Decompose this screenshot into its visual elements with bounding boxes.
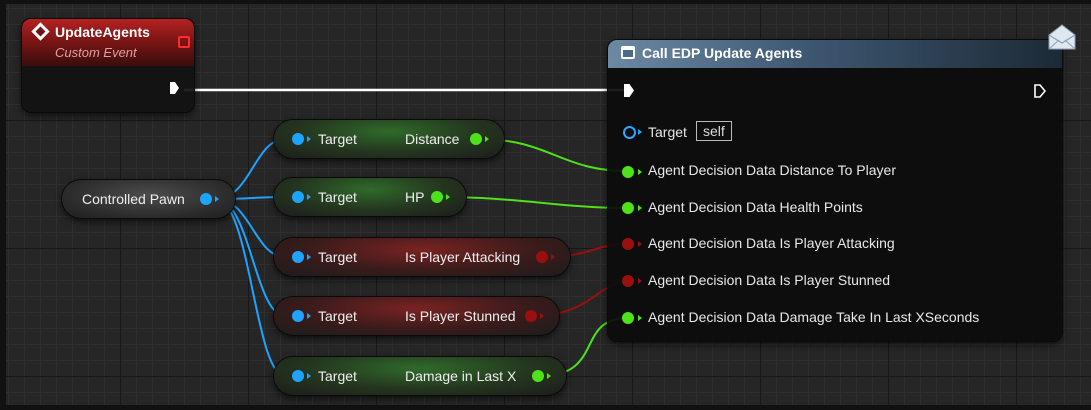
getter-node-hp[interactable]: Target HP: [274, 178, 466, 216]
function-icon: [621, 46, 635, 59]
getter-output-pin[interactable]: [532, 370, 544, 382]
input-pin-stunned[interactable]: [622, 275, 634, 287]
getter-target-label: Target: [318, 131, 357, 147]
pin-arrow-icon: [638, 278, 642, 284]
input-pin-attacking[interactable]: [622, 238, 634, 250]
target-pin[interactable]: [623, 126, 636, 139]
controlled-pawn-node[interactable]: Controlled Pawn: [62, 180, 235, 218]
pin-arrow-icon: [307, 194, 311, 200]
getter-target-label: Target: [318, 249, 357, 265]
pin-arrow-icon: [540, 313, 544, 319]
input-label-health: Agent Decision Data Health Points: [648, 199, 863, 215]
getter-output-pin[interactable]: [470, 133, 482, 145]
pin-arrow-icon: [638, 129, 642, 135]
getter-output-label: Is Player Stunned: [405, 308, 516, 324]
pin-arrow-icon: [638, 169, 642, 175]
getter-target-label: Target: [318, 368, 357, 384]
input-pin-damage[interactable]: [622, 312, 634, 324]
call-function-node[interactable]: Call EDP Update Agents Target self Agent…: [608, 40, 1062, 341]
getter-target-pin[interactable]: [292, 310, 304, 322]
input-label-attacking: Agent Decision Data Is Player Attacking: [648, 235, 895, 251]
exec-pin-icon[interactable]: [1034, 84, 1046, 98]
getter-output-pin[interactable]: [536, 251, 548, 263]
pawn-output-pin[interactable]: [200, 193, 212, 205]
pin-arrow-icon: [307, 254, 311, 260]
event-node-header[interactable]: UpdateAgents Custom Event: [22, 19, 194, 66]
pin-arrow-icon: [638, 241, 642, 247]
pawn-label: Controlled Pawn: [82, 191, 185, 207]
input-label-stunned: Agent Decision Data Is Player Stunned: [648, 272, 891, 288]
getter-output-pin[interactable]: [431, 191, 443, 203]
exec-pin-icon[interactable]: [170, 82, 179, 94]
event-subtitle: Custom Event: [55, 45, 137, 60]
hp-to-input-wire[interactable]: [439, 196, 629, 209]
getter-output-pin[interactable]: [525, 310, 537, 322]
getter-node-attacking[interactable]: Target Is Player Attacking: [274, 238, 570, 276]
getter-output-label: Distance: [405, 131, 460, 147]
stop-icon: [178, 36, 190, 48]
target-value-field[interactable]: self: [696, 121, 732, 141]
getter-node-stunned[interactable]: Target Is Player Stunned: [274, 297, 559, 335]
pin-arrow-icon: [307, 313, 311, 319]
getter-target-pin[interactable]: [292, 191, 304, 203]
getter-target-label: Target: [318, 308, 357, 324]
getter-target-pin[interactable]: [292, 251, 304, 263]
pin-arrow-icon: [547, 373, 551, 379]
pin-arrow-icon: [446, 194, 450, 200]
event-diamond-icon: [31, 22, 50, 41]
pin-arrow-icon: [638, 315, 642, 321]
getter-node-distance[interactable]: Target Distance: [274, 120, 504, 158]
getter-node-damage[interactable]: Target Damage in Last X: [274, 357, 566, 395]
getter-output-label: Damage in Last X: [405, 368, 517, 384]
getter-output-label: HP: [405, 189, 425, 205]
exec-pin-icon[interactable]: [624, 84, 634, 97]
pin-arrow-icon: [485, 136, 489, 142]
input-pin-distance[interactable]: [622, 166, 634, 178]
pin-arrow-icon: [638, 205, 642, 211]
pin-arrow-icon: [307, 136, 311, 142]
getter-target-pin[interactable]: [292, 133, 304, 145]
pin-arrow-icon: [307, 373, 311, 379]
getter-target-label: Target: [318, 189, 357, 205]
input-pin-health[interactable]: [622, 202, 634, 214]
envelope-icon: [1048, 24, 1076, 50]
input-label-distance: Agent Decision Data Distance To Player: [648, 162, 896, 178]
event-title: UpdateAgents: [55, 24, 150, 40]
getter-output-label: Is Player Attacking: [405, 249, 521, 265]
call-node-title: Call EDP Update Agents: [642, 45, 803, 61]
pin-arrow-icon: [215, 196, 219, 202]
pin-arrow-icon: [551, 254, 555, 260]
call-node-header[interactable]: Call EDP Update Agents: [608, 40, 1062, 68]
target-label: Target: [648, 124, 687, 140]
input-label-damage: Agent Decision Data Damage Take In Last …: [648, 309, 980, 325]
custom-event-node[interactable]: UpdateAgents Custom Event: [22, 19, 194, 112]
getter-target-pin[interactable]: [292, 370, 304, 382]
